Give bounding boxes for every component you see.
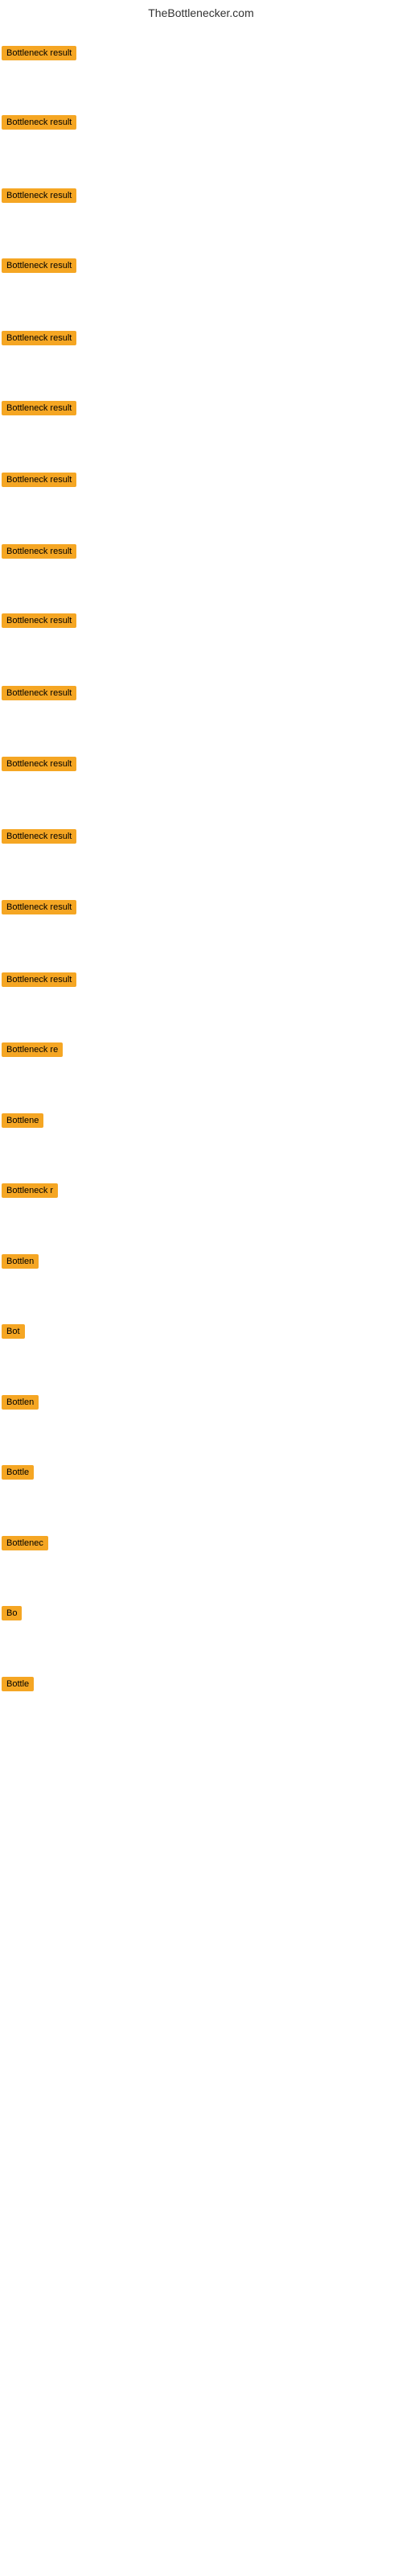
bottleneck-badge-3[interactable]: Bottleneck result: [2, 188, 76, 203]
bottleneck-badge-1[interactable]: Bottleneck result: [2, 46, 76, 60]
bottleneck-badge-8[interactable]: Bottleneck result: [2, 544, 76, 559]
bottleneck-item-14[interactable]: Bottleneck result: [2, 972, 76, 991]
bottleneck-badge-14[interactable]: Bottleneck result: [2, 972, 76, 987]
bottleneck-item-7[interactable]: Bottleneck result: [2, 473, 76, 491]
bottleneck-item-2[interactable]: Bottleneck result: [2, 115, 76, 134]
bottleneck-badge-12[interactable]: Bottleneck result: [2, 829, 76, 844]
bottleneck-badge-18[interactable]: Bottlen: [2, 1254, 39, 1269]
bottleneck-badge-21[interactable]: Bottle: [2, 1465, 34, 1480]
bottleneck-badge-19[interactable]: Bot: [2, 1324, 25, 1339]
bottleneck-item-22[interactable]: Bottlenec: [2, 1536, 48, 1554]
bottleneck-item-21[interactable]: Bottle: [2, 1465, 34, 1484]
bottleneck-item-24[interactable]: Bottle: [2, 1677, 34, 1695]
bottleneck-item-3[interactable]: Bottleneck result: [2, 188, 76, 207]
bottleneck-badge-10[interactable]: Bottleneck result: [2, 686, 76, 700]
bottleneck-item-13[interactable]: Bottleneck result: [2, 900, 76, 919]
bottleneck-badge-4[interactable]: Bottleneck result: [2, 258, 76, 273]
bottleneck-badge-11[interactable]: Bottleneck result: [2, 757, 76, 771]
bottleneck-item-11[interactable]: Bottleneck result: [2, 757, 76, 775]
bottleneck-badge-20[interactable]: Bottlen: [2, 1395, 39, 1410]
bottleneck-item-23[interactable]: Bo: [2, 1606, 22, 1624]
bottleneck-badge-23[interactable]: Bo: [2, 1606, 22, 1620]
bottleneck-item-5[interactable]: Bottleneck result: [2, 331, 76, 349]
bottleneck-badge-17[interactable]: Bottleneck r: [2, 1183, 58, 1198]
bottleneck-badge-24[interactable]: Bottle: [2, 1677, 34, 1691]
bottleneck-item-19[interactable]: Bot: [2, 1324, 25, 1343]
bottleneck-badge-22[interactable]: Bottlenec: [2, 1536, 48, 1550]
bottleneck-item-16[interactable]: Bottlene: [2, 1113, 43, 1132]
bottleneck-item-8[interactable]: Bottleneck result: [2, 544, 76, 563]
bottleneck-item-1[interactable]: Bottleneck result: [2, 46, 76, 64]
bottleneck-badge-9[interactable]: Bottleneck result: [2, 613, 76, 628]
bottleneck-badge-7[interactable]: Bottleneck result: [2, 473, 76, 487]
bottleneck-item-4[interactable]: Bottleneck result: [2, 258, 76, 277]
bottleneck-item-20[interactable]: Bottlen: [2, 1395, 39, 1414]
bottleneck-item-17[interactable]: Bottleneck r: [2, 1183, 58, 1202]
bottleneck-badge-15[interactable]: Bottleneck re: [2, 1042, 63, 1057]
bottleneck-item-9[interactable]: Bottleneck result: [2, 613, 76, 632]
bottleneck-item-6[interactable]: Bottleneck result: [2, 401, 76, 419]
bottleneck-badge-16[interactable]: Bottlene: [2, 1113, 43, 1128]
bottleneck-item-18[interactable]: Bottlen: [2, 1254, 39, 1273]
page-wrapper: TheBottlenecker.com Bottleneck result Bot…: [0, 0, 402, 2576]
bottleneck-badge-5[interactable]: Bottleneck result: [2, 331, 76, 345]
site-title: TheBottlenecker.com: [0, 0, 402, 23]
bottleneck-badge-6[interactable]: Bottleneck result: [2, 401, 76, 415]
bottleneck-badge-2[interactable]: Bottleneck result: [2, 115, 76, 130]
bottleneck-badge-13[interactable]: Bottleneck result: [2, 900, 76, 914]
bottleneck-item-12[interactable]: Bottleneck result: [2, 829, 76, 848]
bottleneck-item-15[interactable]: Bottleneck re: [2, 1042, 63, 1061]
bottleneck-item-10[interactable]: Bottleneck result: [2, 686, 76, 704]
